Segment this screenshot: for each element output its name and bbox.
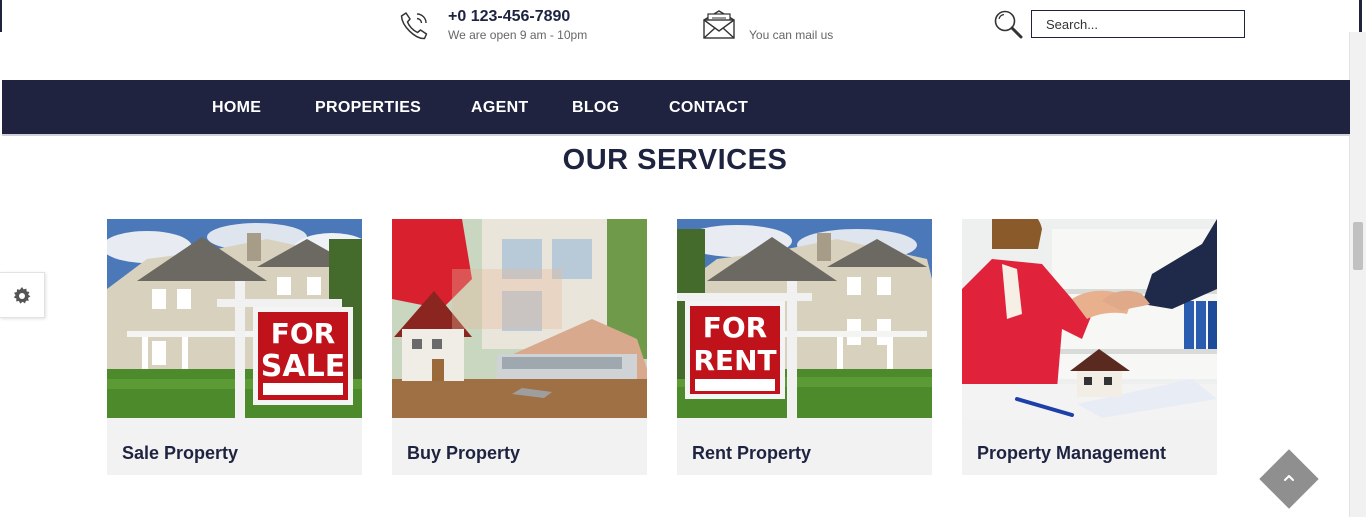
mail-text[interactable]: You can mail us <box>749 28 833 42</box>
property-management-image <box>962 219 1217 418</box>
buy-property-image <box>392 219 647 418</box>
main-navigation: HOME PROPERTIES AGENT BLOG CONTACT <box>2 80 1350 136</box>
search-icon[interactable] <box>993 9 1023 39</box>
sale-property-image: FOR SALE <box>107 219 362 418</box>
phone-number[interactable]: +0 123-456-7890 <box>448 8 570 26</box>
phone-icon <box>400 12 428 40</box>
sign-text-for: FOR <box>271 317 336 350</box>
opening-hours: We are open 9 am - 10pm <box>448 28 588 42</box>
settings-tab[interactable] <box>0 272 45 318</box>
nav-item-contact[interactable]: CONTACT <box>669 99 748 117</box>
service-card-management[interactable]: Property Management <box>962 219 1217 475</box>
service-card-rent[interactable]: FOR RENT Rent Property <box>677 219 932 475</box>
nav-item-home[interactable]: HOME <box>212 99 261 117</box>
search-input[interactable] <box>1031 10 1245 38</box>
scrollbar-thumb[interactable] <box>1353 222 1363 270</box>
nav-item-blog[interactable]: BLOG <box>572 99 619 117</box>
section-title: OUR SERVICES <box>562 144 788 176</box>
card-title[interactable]: Sale Property <box>122 443 238 464</box>
sign-text-sale: SALE <box>261 349 345 384</box>
card-title[interactable]: Buy Property <box>407 443 520 464</box>
rent-property-image: FOR RENT <box>677 219 932 418</box>
envelope-icon <box>703 10 735 39</box>
chevron-up-icon[interactable] <box>1279 468 1299 488</box>
nav-item-properties[interactable]: PROPERTIES <box>315 99 421 117</box>
window-edge-right <box>1359 0 1362 32</box>
sign-text-rent: RENT <box>693 344 776 377</box>
service-card-sale[interactable]: FOR SALE Sale Property <box>107 219 362 475</box>
page-scrollbar[interactable] <box>1349 32 1366 517</box>
card-title[interactable]: Property Management <box>977 443 1166 464</box>
gear-icon[interactable] <box>13 287 31 305</box>
top-header: +0 123-456-7890 We are open 9 am - 10pm … <box>0 0 1350 80</box>
card-title[interactable]: Rent Property <box>692 443 811 464</box>
nav-item-agent[interactable]: AGENT <box>471 99 529 117</box>
sign-text-for: FOR <box>703 311 768 344</box>
service-card-buy[interactable]: Buy Property <box>392 219 647 475</box>
